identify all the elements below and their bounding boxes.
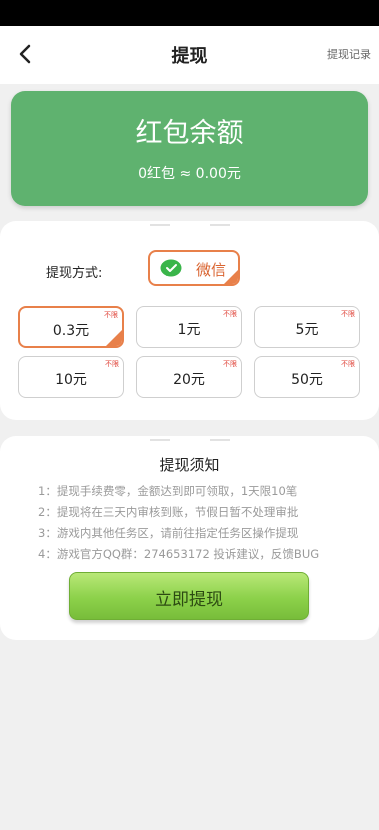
wechat-method-button[interactable]: 微信 — [148, 250, 240, 286]
balance-summary: 0红包 ≈ 0.00元 — [138, 166, 241, 182]
amount-option[interactable]: 不限 10元 — [18, 356, 124, 398]
withdraw-record-link[interactable]: 提现记录 — [327, 46, 371, 62]
status-bar — [0, 0, 379, 26]
amount-value: 50元 — [291, 372, 323, 388]
limit-tag: 不限 — [223, 310, 237, 318]
amount-option[interactable]: 不限 1元 — [136, 306, 242, 348]
withdraw-panel: 提现方式: 微信 不限 0.3元 不限 1元 不限 5元 不限 10元 不限 2… — [0, 221, 379, 420]
page-title: 提现 — [171, 46, 208, 67]
limit-tag: 不限 — [105, 360, 119, 368]
limit-tag: 不限 — [341, 360, 355, 368]
notice-line: 1：提现手续费零，金额达到即可领取，1天限10笔 — [38, 484, 298, 498]
amount-option[interactable]: 不限 50元 — [254, 356, 360, 398]
wechat-label: 微信 — [196, 261, 227, 279]
withdraw-now-button[interactable]: 立即提现 — [69, 572, 309, 620]
notice-panel: 提现须知 1：提现手续费零，金额达到即可领取，1天限10笔 2：提现将在三天内审… — [0, 436, 379, 640]
nav-bar: 提现 提现记录 — [0, 26, 379, 84]
notice-title: 提现须知 — [159, 456, 220, 474]
notice-line: 4：游戏官方QQ群：274653172 投诉建议，反馈BUG — [38, 547, 320, 561]
panel-divider — [149, 439, 230, 441]
amount-option[interactable]: 不限 20元 — [136, 356, 242, 398]
selected-check-icon — [224, 270, 238, 284]
amount-value: 5元 — [295, 322, 319, 338]
amount-value: 10元 — [55, 372, 87, 388]
limit-tag: 不限 — [104, 311, 118, 319]
notice-line: 3：游戏内其他任务区，请前往指定任务区操作提现 — [38, 526, 299, 540]
balance-title: 红包余额 — [135, 118, 244, 149]
withdraw-now-label: 立即提现 — [155, 590, 223, 610]
amount-option[interactable]: 不限 5元 — [254, 306, 360, 348]
panel-divider — [149, 224, 230, 226]
limit-tag: 不限 — [223, 360, 237, 368]
method-label: 提现方式: — [46, 266, 103, 281]
limit-tag: 不限 — [341, 310, 355, 318]
amount-value: 20元 — [173, 372, 205, 388]
amount-value: 1元 — [177, 322, 201, 338]
wechat-icon — [160, 259, 182, 277]
selected-check-icon — [106, 330, 122, 346]
notice-line: 2：提现将在三天内审核到账，节假日暂不处理审批 — [38, 505, 299, 519]
balance-card: 红包余额 0红包 ≈ 0.00元 — [11, 91, 368, 206]
amount-option[interactable]: 不限 0.3元 — [18, 306, 124, 348]
